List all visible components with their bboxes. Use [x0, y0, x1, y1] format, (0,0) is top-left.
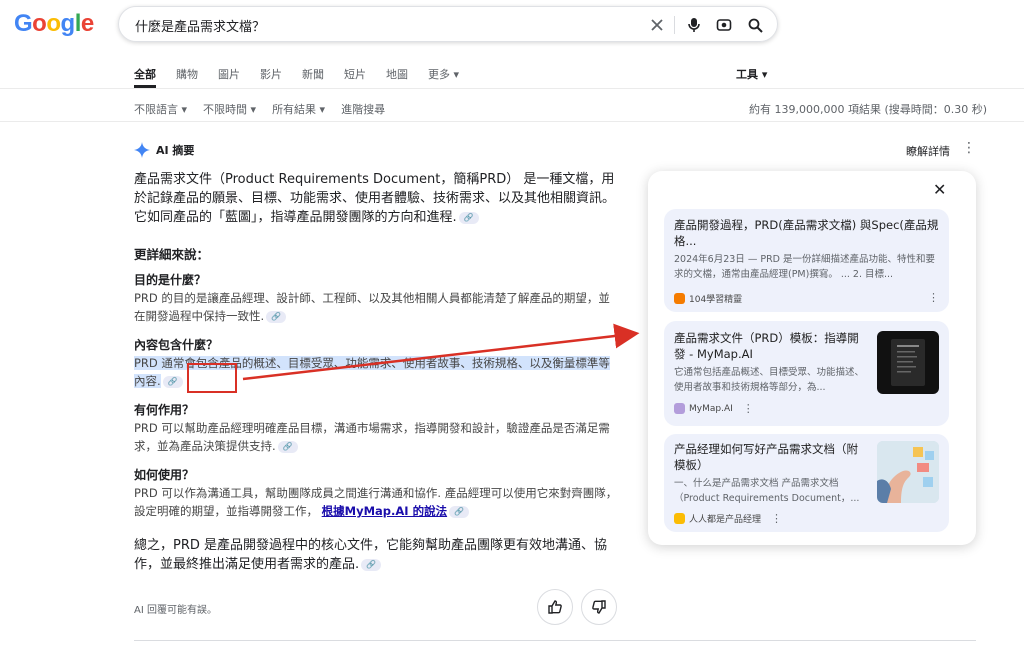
annotation-arrow: [242, 323, 640, 381]
